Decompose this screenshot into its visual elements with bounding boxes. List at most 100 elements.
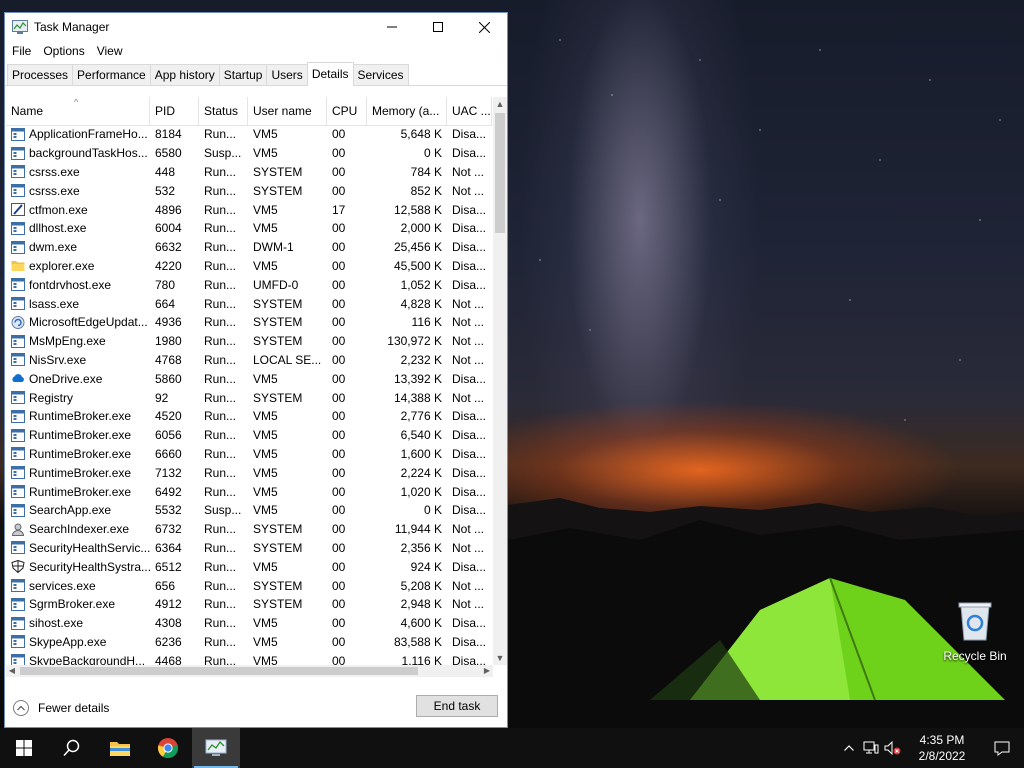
column-header-status[interactable]: Status <box>199 97 248 125</box>
clock[interactable]: 4:35 PM 2/8/2022 <box>904 732 980 764</box>
tab-app-history[interactable]: App history <box>149 64 220 85</box>
recycle-bin-icon <box>958 602 992 641</box>
pen-icon <box>11 203 25 217</box>
table-row[interactable]: SecurityHealthSystra... 6512 Run... VM5 00 92… <box>6 557 492 576</box>
maximize-button[interactable] <box>415 13 461 41</box>
cell-name: Registry <box>6 391 150 405</box>
table-row[interactable]: dwm.exe 6632 Run... DWM-1 00 25,456 K Disa... <box>6 238 492 257</box>
table-row[interactable]: backgroundTaskHos... 6580 Susp... VM5 00 0 K D… <box>6 144 492 163</box>
menu-options[interactable]: Options <box>38 44 89 58</box>
table-row[interactable]: RuntimeBroker.exe 4520 Run... VM5 00 2,776 K D… <box>6 407 492 426</box>
table-row[interactable]: RuntimeBroker.exe 6056 Run... VM5 00 6,540 K D… <box>6 426 492 445</box>
app-window-icon <box>11 127 25 141</box>
cell-user-name: SYSTEM <box>253 390 303 405</box>
shield-icon <box>11 560 25 574</box>
table-row[interactable]: sihost.exe 4308 Run... VM5 00 4,600 K Disa... <box>6 614 492 633</box>
table-row[interactable]: dllhost.exe 6004 Run... VM5 00 2,000 K Disa... <box>6 219 492 238</box>
column-header-user-name[interactable]: User name <box>248 97 327 125</box>
network-button[interactable] <box>860 728 882 768</box>
table-row[interactable]: csrss.exe 448 Run... SYSTEM 00 784 K Not ... <box>6 163 492 182</box>
scroll-left-arrow-icon[interactable]: ◀ <box>6 665 18 677</box>
cell-status: Run... <box>204 371 237 386</box>
scroll-up-arrow-icon[interactable]: ▲ <box>493 97 507 111</box>
table-row[interactable]: SgrmBroker.exe 4912 Run... SYSTEM 00 2,948 K N… <box>6 595 492 614</box>
vertical-scroll-thumb[interactable] <box>495 113 505 233</box>
cell-cpu: 00 <box>332 446 346 461</box>
table-row[interactable]: SkypeBackgroundH... 4468 Run... VM5 00 1,116 … <box>6 651 492 665</box>
show-hidden-icons-button[interactable] <box>838 728 860 768</box>
search-button[interactable] <box>48 728 96 768</box>
table-row[interactable]: SecurityHealthServic... 6364 Run... SYSTEM 0… <box>6 539 492 558</box>
volume-button[interactable] <box>882 728 904 768</box>
cell-name: dllhost.exe <box>6 221 150 235</box>
table-row[interactable]: RuntimeBroker.exe 6492 Run... VM5 00 1,020 K D… <box>6 482 492 501</box>
tab-strip: Processes Performance App history Startu… <box>5 61 507 86</box>
horizontal-scrollbar[interactable]: ◀ ▶ <box>6 665 493 677</box>
table-row[interactable]: ctfmon.exe 4896 Run... VM5 17 12,588 K Disa... <box>6 200 492 219</box>
table-row[interactable]: ApplicationFrameHo... 8184 Run... VM5 00 5,64… <box>6 125 492 144</box>
column-header-memory[interactable]: Memory (a... <box>367 97 447 125</box>
chrome-button[interactable] <box>144 728 192 768</box>
column-header-cpu[interactable]: CPU <box>327 97 367 125</box>
table-row[interactable]: RuntimeBroker.exe 7132 Run... VM5 00 2,224 K D… <box>6 463 492 482</box>
column-header-name[interactable]: ^ Name <box>6 97 150 125</box>
scroll-down-arrow-icon[interactable]: ▼ <box>493 651 507 665</box>
horizontal-scroll-thumb[interactable] <box>20 667 418 675</box>
end-task-button[interactable]: End task <box>416 695 498 717</box>
tab-details[interactable]: Details <box>306 62 354 86</box>
table-row[interactable]: MicrosoftEdgeUpdat... 4936 Run... SYSTEM 00 1… <box>6 313 492 332</box>
cell-cpu: 00 <box>332 127 346 142</box>
cell-uac: Not ... <box>452 315 485 330</box>
table-row[interactable]: SkypeApp.exe 6236 Run... VM5 00 83,588 K Disa.… <box>6 633 492 652</box>
action-center-button[interactable] <box>980 728 1024 768</box>
table-row[interactable]: csrss.exe 532 Run... SYSTEM 00 852 K Not ... <box>6 181 492 200</box>
start-button[interactable] <box>0 728 48 768</box>
app-window-icon <box>11 597 25 611</box>
table-row[interactable]: SearchIndexer.exe 6732 Run... SYSTEM 00 11,94… <box>6 520 492 539</box>
column-header-pid[interactable]: PID <box>150 97 199 125</box>
file-explorer-button[interactable] <box>96 728 144 768</box>
cell-name: SearchApp.exe <box>6 503 150 517</box>
cell-pid: 92 <box>155 390 169 405</box>
table-row[interactable]: NisSrv.exe 4768 Run... LOCAL SE... 00 2,232 K… <box>6 351 492 370</box>
cell-cpu: 00 <box>332 334 346 349</box>
minimize-button[interactable] <box>369 13 415 41</box>
tab-performance[interactable]: Performance <box>72 64 151 85</box>
cell-name: fontdrvhost.exe <box>6 278 150 292</box>
table-row[interactable]: SearchApp.exe 5532 Susp... VM5 00 0 K Disa... <box>6 501 492 520</box>
table-row[interactable]: OneDrive.exe 5860 Run... VM5 00 13,392 K Disa.… <box>6 369 492 388</box>
cell-name: MicrosoftEdgeUpdat... <box>6 315 150 329</box>
fewer-details-link[interactable]: Fewer details <box>13 700 109 716</box>
cell-uac: Disa... <box>452 409 487 424</box>
cell-user-name: SYSTEM <box>253 183 303 198</box>
table-row[interactable]: lsass.exe 664 Run... SYSTEM 00 4,828 K Not ... <box>6 294 492 313</box>
recycle-bin-shortcut[interactable]: Recycle Bin <box>940 600 1010 663</box>
table-row[interactable]: MsMpEng.exe 1980 Run... SYSTEM 00 130,972 K No… <box>6 332 492 351</box>
cell-status: Run... <box>204 578 237 593</box>
title-bar[interactable]: Task Manager <box>5 13 507 41</box>
table-row[interactable]: RuntimeBroker.exe 6660 Run... VM5 00 1,600 K D… <box>6 445 492 464</box>
column-header-uac[interactable]: UAC ... <box>447 97 492 125</box>
menu-view[interactable]: View <box>92 44 128 58</box>
cell-pid: 6492 <box>155 484 182 499</box>
cell-status: Run... <box>204 202 237 217</box>
close-button[interactable] <box>461 13 507 41</box>
scroll-right-arrow-icon[interactable]: ▶ <box>481 665 493 677</box>
cell-pid: 532 <box>155 183 176 198</box>
tab-users[interactable]: Users <box>266 64 308 85</box>
cell-pid: 6056 <box>155 428 182 443</box>
cell-uac: Disa... <box>452 221 487 236</box>
tab-services[interactable]: Services <box>352 64 409 85</box>
menu-file[interactable]: File <box>7 44 36 58</box>
task-manager-taskbar-button[interactable] <box>192 728 240 768</box>
tab-processes[interactable]: Processes <box>7 64 74 85</box>
table-row[interactable]: explorer.exe 4220 Run... VM5 00 45,500 K Disa.… <box>6 257 492 276</box>
tab-startup[interactable]: Startup <box>218 64 268 85</box>
process-name: OneDrive.exe <box>29 371 103 386</box>
table-row[interactable]: fontdrvhost.exe 780 Run... UMFD-0 00 1,052 K D… <box>6 275 492 294</box>
vertical-scrollbar[interactable]: ▲ ▼ <box>493 97 507 665</box>
cell-pid: 5860 <box>155 371 182 386</box>
app-window-icon <box>11 165 25 179</box>
table-row[interactable]: services.exe 656 Run... SYSTEM 00 5,208 K Not … <box>6 576 492 595</box>
table-row[interactable]: Registry 92 Run... SYSTEM 00 14,388 K Not ... <box>6 388 492 407</box>
